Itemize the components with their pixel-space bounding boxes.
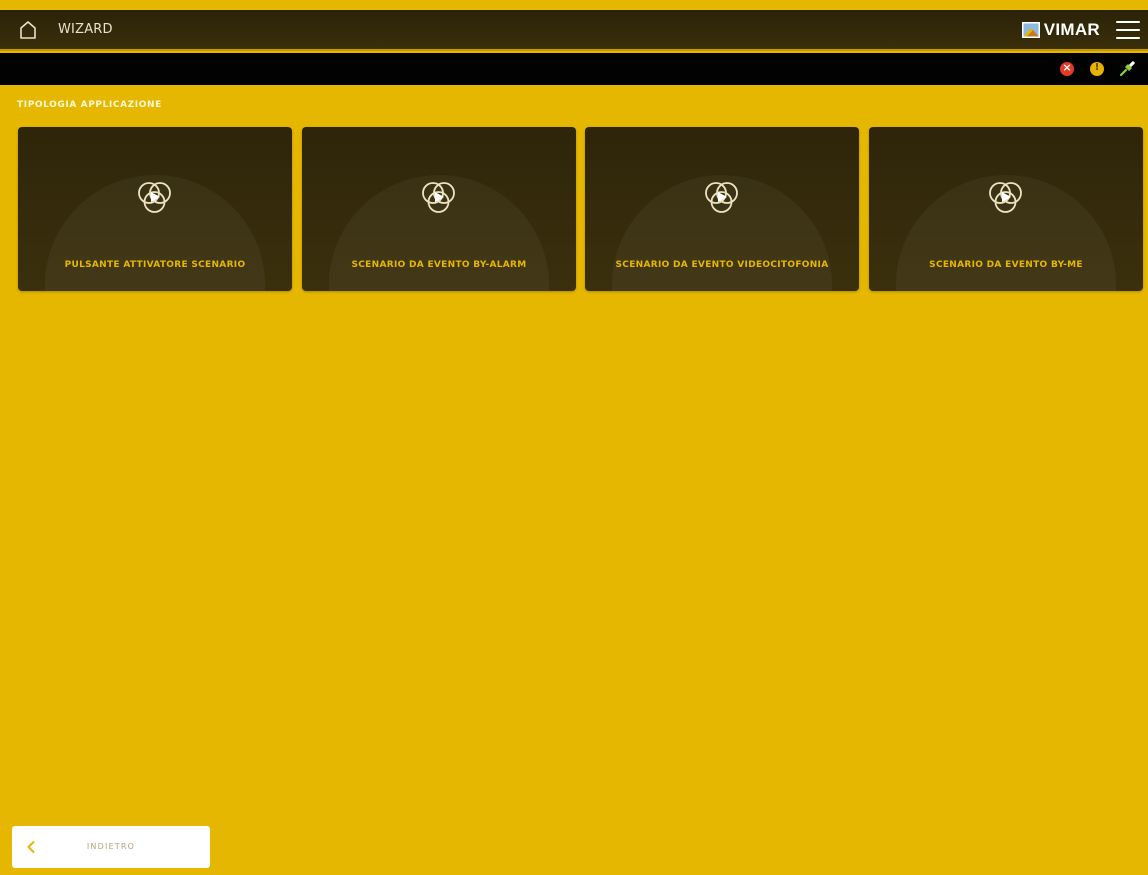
section-title: TIPOLOGIA APPLICAZIONE xyxy=(17,100,162,110)
status-bar xyxy=(0,53,1148,85)
top-bar: WIZARD VIMAR xyxy=(0,10,1148,51)
brand: VIMAR xyxy=(1021,20,1100,40)
back-button[interactable]: INDIETRO xyxy=(12,826,210,868)
page-title: WIZARD xyxy=(58,22,113,37)
scenario-play-icon xyxy=(138,182,171,213)
home-button[interactable] xyxy=(18,20,38,40)
scenario-play-icon xyxy=(989,182,1022,213)
menu-button[interactable] xyxy=(1116,21,1140,41)
warning-icon[interactable] xyxy=(1090,62,1104,76)
card-pulsante-attivatore-scenario[interactable]: PULSANTE ATTIVATORE SCENARIO xyxy=(18,127,292,291)
card-label: SCENARIO DA EVENTO BY-ALARM xyxy=(351,260,527,270)
hamburger-menu-icon xyxy=(1116,21,1140,39)
vimar-logo-icon xyxy=(1021,22,1040,38)
home-icon xyxy=(20,21,36,39)
card-scenario-videocitofonia[interactable]: SCENARIO DA EVENTO VIDEOCITOFONIA xyxy=(585,127,859,291)
card-label: SCENARIO DA EVENTO BY-ME xyxy=(929,260,1083,270)
scenario-play-icon xyxy=(422,182,455,213)
card-scenario-by-me[interactable]: SCENARIO DA EVENTO BY-ME xyxy=(869,127,1143,291)
back-button-label: INDIETRO xyxy=(86,842,136,851)
card-scenario-by-alarm[interactable]: SCENARIO DA EVENTO BY-ALARM xyxy=(302,127,576,291)
error-icon[interactable] xyxy=(1060,61,1074,76)
scenario-play-icon xyxy=(705,182,738,213)
brand-name: VIMAR xyxy=(1043,20,1100,39)
card-label: PULSANTE ATTIVATORE SCENARIO xyxy=(64,260,246,270)
connection-plug-icon[interactable] xyxy=(1118,60,1136,78)
card-label: SCENARIO DA EVENTO VIDEOCITOFONIA xyxy=(615,260,829,270)
